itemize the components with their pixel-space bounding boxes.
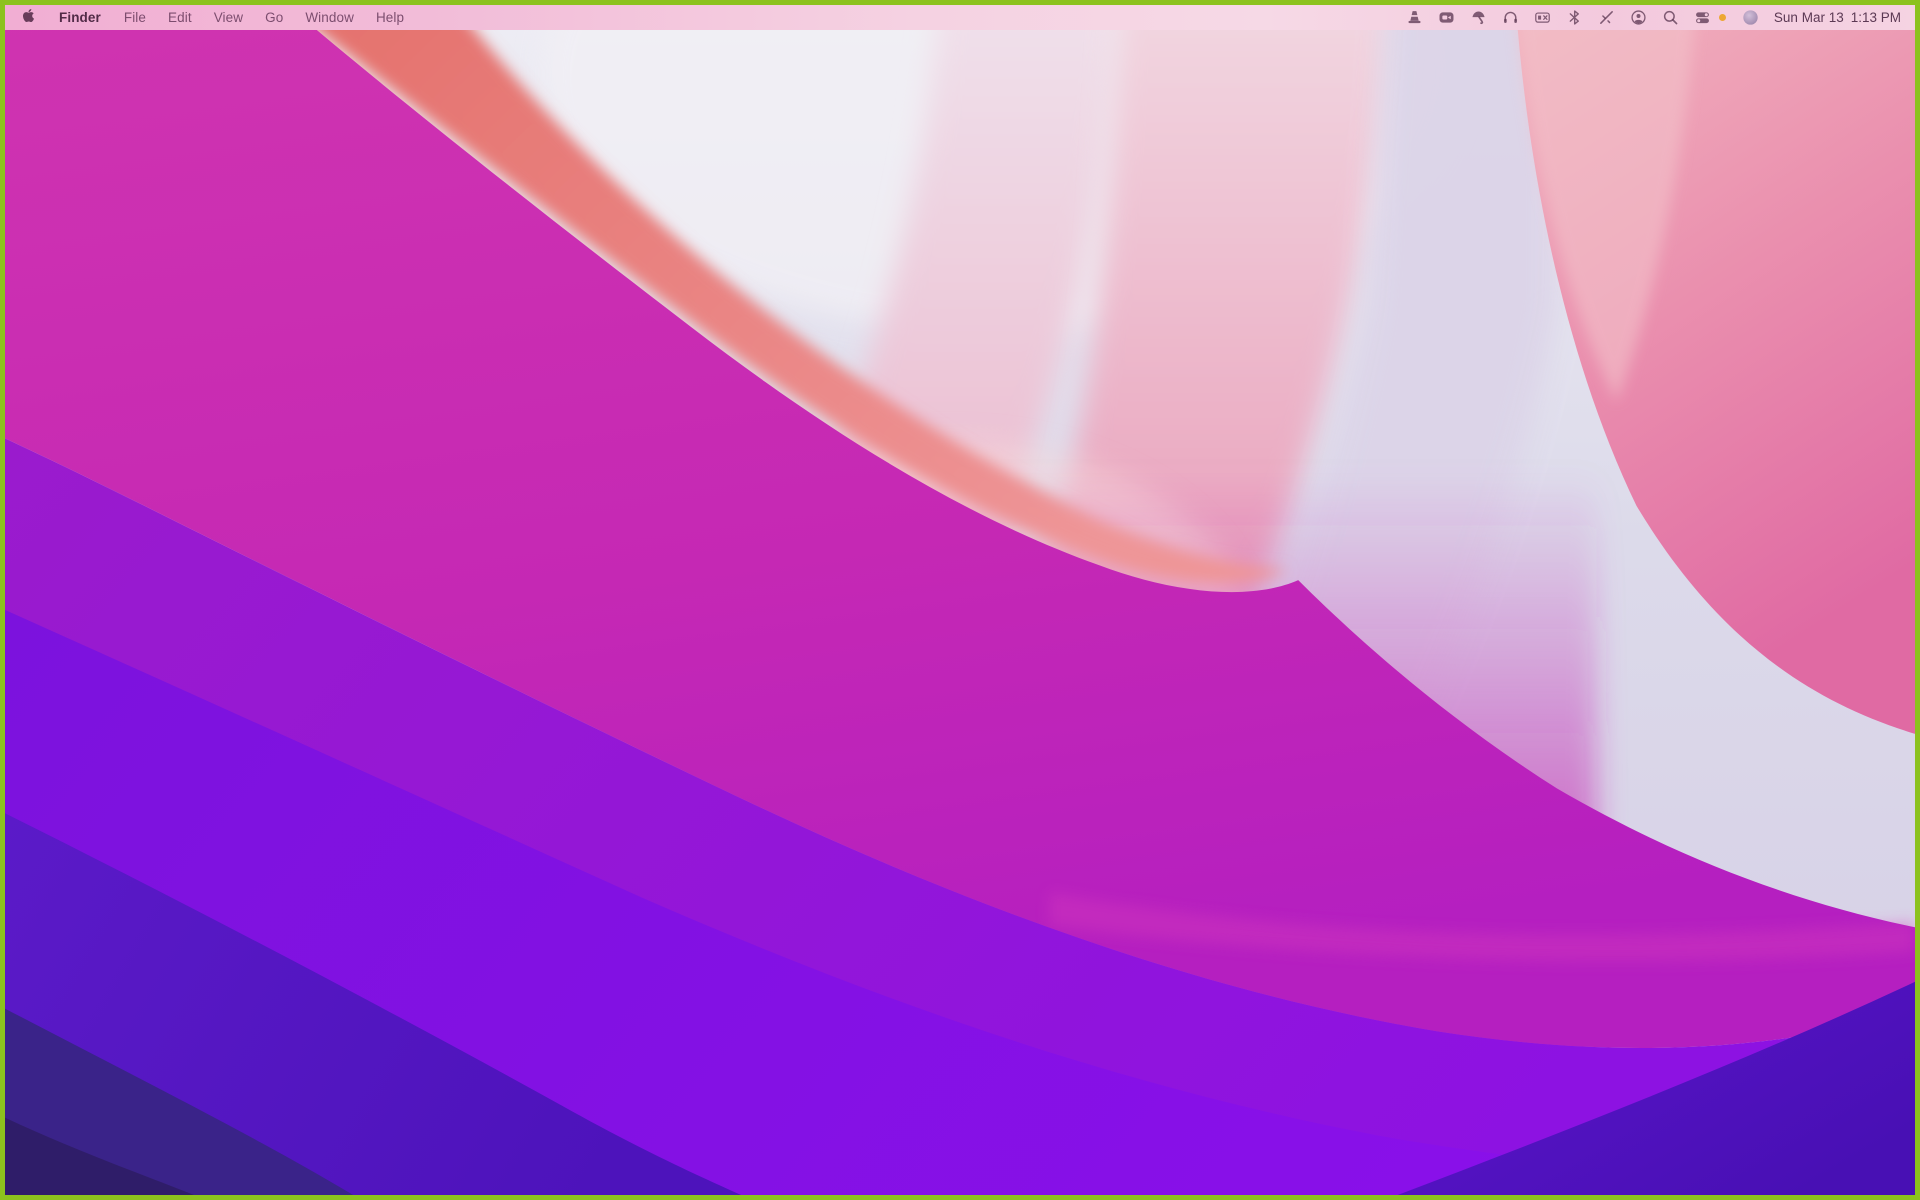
spotlight-search-icon[interactable] <box>1661 5 1680 30</box>
input-source-icon[interactable] <box>1533 5 1552 30</box>
vlc-cone-icon[interactable] <box>1405 5 1424 30</box>
menu-help[interactable]: Help <box>365 5 415 30</box>
fast-user-switching-icon[interactable] <box>1629 5 1648 30</box>
app-menu-finder[interactable]: Finder <box>47 5 113 30</box>
umbrella-antivirus-icon[interactable] <box>1469 5 1488 30</box>
wifi-off-icon[interactable] <box>1597 5 1616 30</box>
clock-date: Sun Mar 13 <box>1773 10 1844 25</box>
screen-recorder-icon[interactable] <box>1437 5 1456 30</box>
apple-logo-icon <box>22 8 35 28</box>
siri-icon[interactable] <box>1741 5 1760 30</box>
menu-file[interactable]: File <box>113 5 157 30</box>
clock-time: 1:13 PM <box>1850 10 1901 25</box>
bluetooth-icon[interactable] <box>1565 5 1584 30</box>
menu-bar-menus: Finder File Edit View Go Window Help <box>5 5 415 30</box>
control-center-icon[interactable] <box>1693 5 1712 30</box>
apple-menu[interactable] <box>22 5 47 30</box>
recording-indicator-dot <box>1718 5 1728 30</box>
menu-view[interactable]: View <box>203 5 254 30</box>
menu-bar: Finder File Edit View Go Window Help Sun… <box>5 5 1915 30</box>
menu-go[interactable]: Go <box>254 5 294 30</box>
menu-edit[interactable]: Edit <box>157 5 203 30</box>
menu-window[interactable]: Window <box>294 5 365 30</box>
menu-bar-clock[interactable]: Sun Mar 13 1:13 PM <box>1774 10 1901 25</box>
desktop-wallpaper <box>5 5 1915 1195</box>
menu-bar-status-area: Sun Mar 13 1:13 PM <box>1392 5 1915 30</box>
headphones-icon[interactable] <box>1501 5 1520 30</box>
